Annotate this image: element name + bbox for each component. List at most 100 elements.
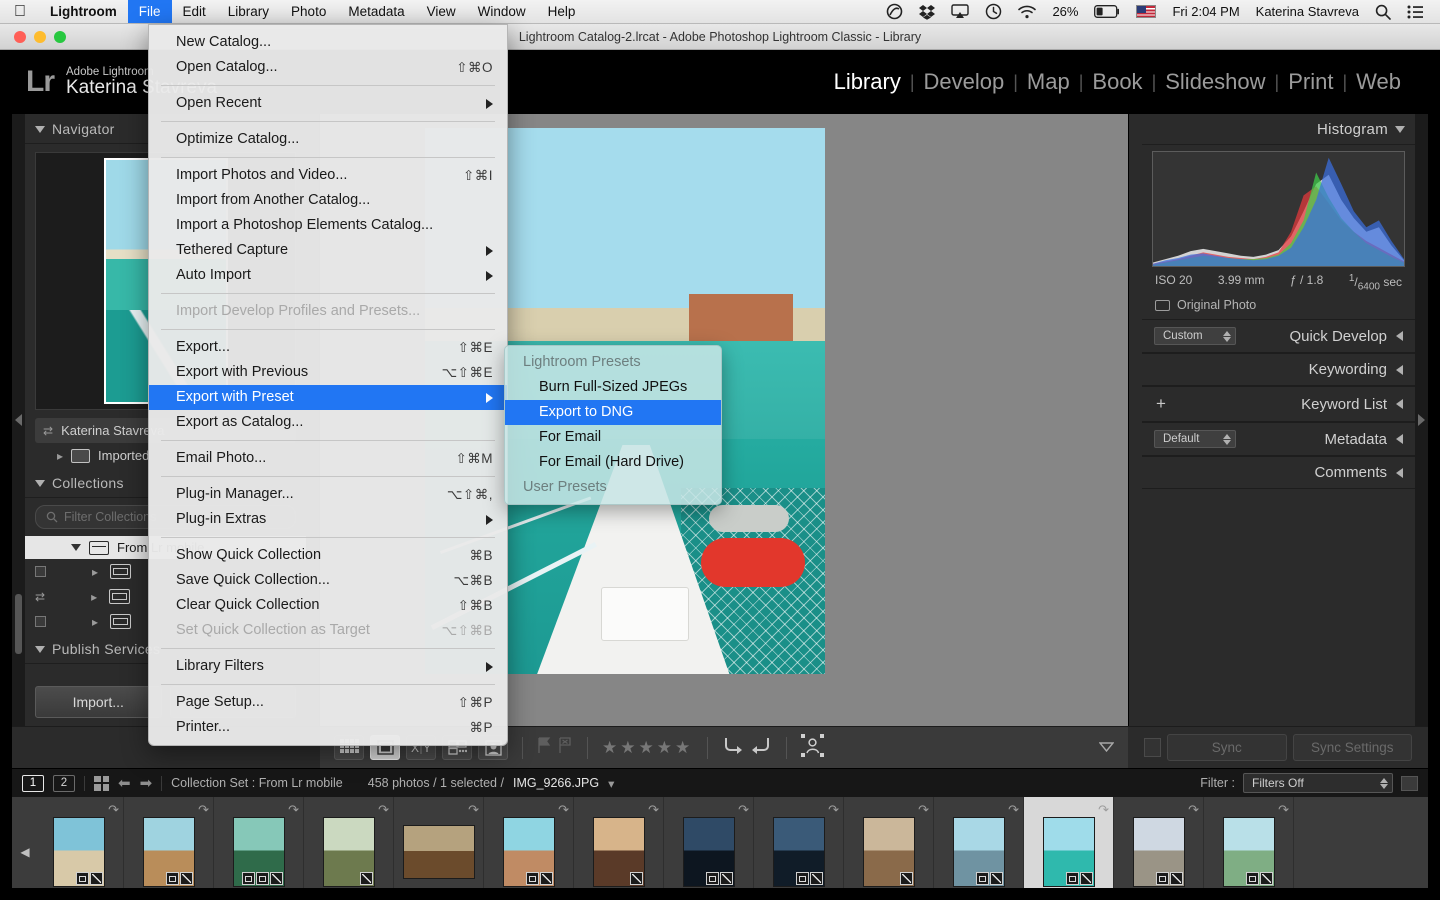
metadata-preset-combo[interactable]: Default — [1154, 430, 1236, 448]
stepper-icon[interactable] — [1223, 434, 1231, 445]
develop-adjust-badge-icon[interactable] — [1260, 872, 1273, 885]
filter-dropdown[interactable]: Filters Off — [1243, 773, 1393, 793]
filmstrip-thumbnail[interactable]: ↷ — [754, 797, 844, 888]
import-button[interactable]: Import... — [35, 686, 162, 718]
menu-item-import-a-photoshop-elements-catalog[interactable]: Import a Photoshop Elements Catalog... — [149, 213, 507, 238]
menu-view[interactable]: View — [416, 0, 467, 23]
rotate-icon[interactable]: ↷ — [1278, 802, 1289, 818]
menu-file[interactable]: File — [128, 0, 172, 23]
source-button-2[interactable]: 2 — [53, 775, 75, 792]
filmstrip-thumbnail[interactable]: ↷ — [124, 797, 214, 888]
keyword-list-header[interactable]: + Keyword List — [1142, 386, 1415, 422]
rotate-icon[interactable]: ↷ — [108, 802, 119, 818]
stepper-icon[interactable] — [1380, 778, 1388, 789]
develop-adjust-badge-icon[interactable] — [900, 872, 913, 885]
crop-badge-icon[interactable] — [796, 872, 809, 885]
develop-adjust-badge-icon[interactable] — [270, 872, 283, 885]
crop-badge-icon[interactable] — [976, 872, 989, 885]
crop-badge-icon[interactable] — [706, 872, 719, 885]
menu-item-export-with-preset[interactable]: Export with Preset — [149, 385, 507, 410]
preset-item-export-to-dng[interactable]: Export to DNG — [505, 400, 721, 425]
menu-item-open-catalog[interactable]: Open Catalog...⇧⌘O — [149, 55, 507, 80]
rotate-icon[interactable]: ↷ — [468, 802, 479, 818]
battery-icon[interactable] — [1087, 0, 1127, 23]
module-map[interactable]: Map — [1018, 69, 1079, 95]
sync-button[interactable]: Sync — [1167, 734, 1287, 761]
menu-item-auto-import[interactable]: Auto Import — [149, 263, 507, 288]
menu-help[interactable]: Help — [537, 0, 587, 23]
rotate-icon[interactable]: ↷ — [378, 802, 389, 818]
collection-set-label[interactable]: Collection Set : From Lr mobile — [171, 776, 343, 790]
crop-badge-icon[interactable] — [526, 872, 539, 885]
filmstrip-thumbnail[interactable]: ↷ — [484, 797, 574, 888]
clock-label[interactable]: Fri 2:04 PM — [1165, 0, 1246, 23]
rotate-icon[interactable]: ↷ — [558, 802, 569, 818]
metadata-header[interactable]: Default Metadata — [1142, 422, 1415, 456]
menu-photo[interactable]: Photo — [280, 0, 337, 23]
filmstrip-thumbnail[interactable]: ↷ — [1024, 797, 1114, 888]
rotate-icon[interactable]: ↷ — [288, 802, 299, 818]
menu-item-email-photo[interactable]: Email Photo...⇧⌘M — [149, 446, 507, 471]
crop-badge-icon[interactable] — [256, 872, 269, 885]
collection-checkbox[interactable] — [35, 616, 46, 627]
metadata-combo-inner[interactable]: Default — [1154, 430, 1236, 448]
rotate-icon[interactable]: ↷ — [738, 802, 749, 818]
original-photo-row[interactable]: Original Photo — [1152, 296, 1405, 319]
module-develop[interactable]: Develop — [915, 69, 1014, 95]
filmstrip-thumbnail[interactable]: ↷ — [1114, 797, 1204, 888]
menu-item-plug-in-extras[interactable]: Plug-in Extras — [149, 507, 507, 532]
keywording-header[interactable]: Keywording — [1142, 353, 1415, 386]
develop-adjust-badge-icon[interactable] — [990, 872, 1003, 885]
filmstrip-thumbnail[interactable]: ↷ — [304, 797, 394, 888]
rating-stars[interactable]: ★★★★★ — [602, 738, 693, 758]
crop-badge-icon[interactable] — [166, 872, 179, 885]
rotate-icon[interactable]: ↷ — [918, 802, 929, 818]
filename-dropdown-icon[interactable]: ▾ — [608, 776, 614, 791]
filter-toggle-icon[interactable] — [1401, 776, 1418, 791]
forward-arrow-icon[interactable]: ➡ — [140, 774, 153, 792]
menu-item-plug-in-manager[interactable]: Plug-in Manager...⌥⇧⌘, — [149, 482, 507, 507]
flag-badge-icon[interactable] — [242, 872, 255, 885]
menu-item-import-photos-and-video[interactable]: Import Photos and Video...⇧⌘I — [149, 163, 507, 188]
toolbar-chevron-down-icon[interactable] — [1099, 739, 1114, 757]
filmstrip-thumbnail[interactable]: ↷ — [1204, 797, 1294, 888]
menu-item-show-quick-collection[interactable]: Show Quick Collection⌘B — [149, 543, 507, 568]
crop-badge-icon[interactable] — [1066, 872, 1079, 885]
menu-item-optimize-catalog[interactable]: Optimize Catalog... — [149, 127, 507, 152]
histogram-chart[interactable] — [1152, 151, 1405, 267]
close-window-button[interactable] — [14, 31, 26, 43]
develop-adjust-badge-icon[interactable] — [630, 872, 643, 885]
user-name-label[interactable]: Katerina Stavreva — [1249, 0, 1366, 23]
menu-item-page-setup[interactable]: Page Setup...⇧⌘P — [149, 690, 507, 715]
develop-adjust-badge-icon[interactable] — [90, 872, 103, 885]
flag-pick-icon[interactable] — [537, 737, 552, 759]
rotate-icon[interactable]: ↷ — [1188, 802, 1199, 818]
module-library[interactable]: Library — [825, 69, 910, 95]
menu-edit[interactable]: Edit — [172, 0, 217, 23]
preset-item-burn-full-sized-jpegs[interactable]: Burn Full-Sized JPEGs — [505, 375, 721, 400]
collection-checkbox[interactable] — [35, 566, 46, 577]
filmstrip-thumbnail[interactable]: ↷ — [844, 797, 934, 888]
crop-badge-icon[interactable] — [1246, 872, 1259, 885]
left-panel-scrollbar[interactable] — [15, 594, 22, 654]
filmstrip-thumbnail[interactable]: ↷ — [394, 797, 484, 888]
filmstrip[interactable]: ◀ ↷↷↷↷↷↷↷↷↷↷↷↷↷↷ — [12, 797, 1428, 888]
airplay-icon[interactable] — [944, 0, 976, 23]
menu-metadata[interactable]: Metadata — [337, 0, 415, 23]
menu-item-export-with-previous[interactable]: Export with Previous⌥⇧⌘E — [149, 360, 507, 385]
filmstrip-prev-arrow-icon[interactable]: ◀ — [16, 797, 34, 888]
source-button-1[interactable]: 1 — [22, 775, 44, 792]
sync-settings-button[interactable]: Sync Settings — [1293, 734, 1413, 761]
module-book[interactable]: Book — [1083, 69, 1151, 95]
menu-item-save-quick-collection[interactable]: Save Quick Collection...⌥⌘B — [149, 568, 507, 593]
menu-item-tethered-capture[interactable]: Tethered Capture — [149, 238, 507, 263]
preset-item-for-email-hard-drive[interactable]: For Email (Hard Drive) — [505, 450, 721, 475]
quick-develop-combo-inner[interactable]: Custom — [1154, 327, 1236, 345]
flag-reject-icon[interactable] — [558, 737, 573, 759]
menu-item-import-from-another-catalog[interactable]: Import from Another Catalog... — [149, 188, 507, 213]
add-keyword-icon[interactable]: + — [1154, 394, 1166, 414]
sync-toggle-icon[interactable] — [1144, 738, 1161, 757]
export-with-preset-submenu[interactable]: Lightroom PresetsBurn Full-Sized JPEGsEx… — [504, 345, 722, 505]
rotate-icon[interactable]: ↷ — [828, 802, 839, 818]
control-center-icon[interactable] — [1400, 0, 1430, 23]
